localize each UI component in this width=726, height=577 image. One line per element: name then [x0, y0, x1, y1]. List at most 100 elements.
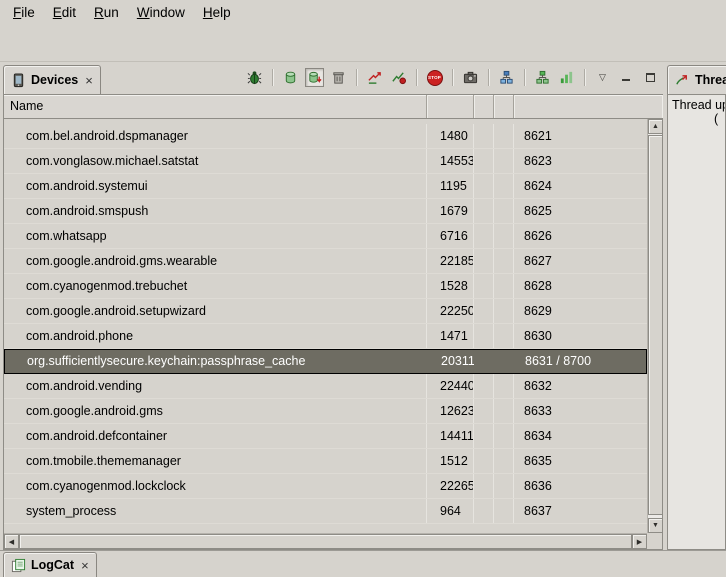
table-row[interactable]: com.google.android.gms.wearable 22185 86…: [4, 249, 647, 274]
cell-process-name: com.android.vending: [4, 374, 427, 398]
systrace-icon[interactable]: [557, 68, 576, 87]
scroll-down-icon[interactable]: ▼: [648, 518, 663, 533]
cell-spare2: [494, 449, 514, 473]
cell-process-name: com.android.systemui: [4, 174, 427, 198]
vertical-scrollbar-thumb[interactable]: [648, 135, 663, 515]
table-header: Name: [4, 95, 662, 119]
vertical-scrollbar[interactable]: ▲ ▼: [647, 119, 662, 533]
table-row[interactable]: com.bel.android.dspmanager 1480 8621: [4, 124, 647, 149]
cell-port: 8631 / 8700: [515, 350, 646, 373]
table-row[interactable]: com.android.systemui 1195 8624: [4, 174, 647, 199]
tab-logcat[interactable]: LogCat ×: [3, 552, 97, 577]
cell-spare2: [494, 399, 514, 423]
logcat-icon: [11, 558, 26, 573]
table-row[interactable]: com.android.defcontainer 14411 8634: [4, 424, 647, 449]
cell-pid: 964: [427, 499, 474, 523]
column-header-name[interactable]: Name: [4, 95, 427, 118]
menu-file[interactable]: File: [4, 0, 44, 26]
cell-spare1: [474, 124, 494, 148]
cell-spare1: [474, 274, 494, 298]
cause-gc-icon[interactable]: [329, 68, 348, 87]
tab-threads[interactable]: Threads: [667, 65, 726, 94]
cell-pid: 1471: [427, 324, 474, 348]
column-header-spare2[interactable]: [494, 95, 514, 118]
horizontal-scrollbar[interactable]: ◀ ▶: [4, 533, 647, 549]
view-hierarchy-icon[interactable]: [497, 68, 516, 87]
menu-run[interactable]: Run: [85, 0, 128, 26]
scroll-right-icon[interactable]: ▶: [632, 534, 647, 549]
column-header-port[interactable]: [514, 95, 662, 118]
table-row[interactable]: system_process 964 8637: [4, 499, 647, 524]
column-header-spare1[interactable]: [474, 95, 494, 118]
table-row[interactable]: com.vonglasow.michael.satstat 14553 8623: [4, 149, 647, 174]
table-row[interactable]: com.whatsapp 6716 8626: [4, 224, 647, 249]
table-row[interactable]: com.android.phone 1471 8630: [4, 324, 647, 349]
debug-process-icon[interactable]: [245, 68, 264, 87]
toolbar-separator: [272, 69, 273, 86]
cell-pid: 12623: [427, 399, 474, 423]
table-row[interactable]: com.cyanogenmod.trebuchet 1528 8628: [4, 274, 647, 299]
dump-hprof-icon[interactable]: [305, 68, 324, 87]
stop-process-icon[interactable]: STOP: [425, 68, 444, 87]
cell-spare2: [494, 124, 514, 148]
cell-port: 8627: [514, 249, 647, 273]
hierarchy-view-icon[interactable]: [533, 68, 552, 87]
cell-pid: 22440: [427, 374, 474, 398]
cell-port: 8629: [514, 299, 647, 323]
table-row[interactable]: com.android.vending 22440 8632: [4, 374, 647, 399]
tab-logcat-label: LogCat: [31, 558, 74, 572]
cell-process-name: org.sufficientlysecure.keychain:passphra…: [5, 350, 428, 373]
table-row[interactable]: com.android.smspush 1679 8625: [4, 199, 647, 224]
cell-spare2: [494, 299, 514, 323]
cell-process-name: com.android.phone: [4, 324, 427, 348]
menu-edit[interactable]: Edit: [44, 0, 85, 26]
cell-spare2: [494, 199, 514, 223]
threads-icon: [675, 73, 690, 88]
cell-pid: 20311: [428, 350, 475, 373]
toolbar-separator: [584, 69, 585, 86]
horizontal-scrollbar-thumb[interactable]: [19, 534, 632, 549]
close-icon[interactable]: ×: [81, 559, 89, 572]
cell-spare1: [474, 424, 494, 448]
cell-spare2: [494, 374, 514, 398]
update-heap-icon[interactable]: [281, 68, 300, 87]
table-row[interactable]: org.sufficientlysecure.keychain:passphra…: [4, 349, 647, 374]
table-row[interactable]: com.google.android.setupwizard 22250 862…: [4, 299, 647, 324]
toolbar-separator: [452, 69, 453, 86]
view-menu-icon[interactable]: ▽: [593, 68, 612, 87]
menu-window[interactable]: Window: [128, 0, 194, 26]
tab-devices[interactable]: Devices ×: [3, 65, 101, 94]
cell-spare1: [474, 224, 494, 248]
cell-process-name: com.whatsapp: [4, 224, 427, 248]
cell-port: 8635: [514, 449, 647, 473]
close-icon[interactable]: ×: [85, 74, 93, 87]
cell-pid: 6716: [427, 224, 474, 248]
toolbar-separator: [356, 69, 357, 86]
scroll-left-icon[interactable]: ◀: [4, 534, 19, 549]
toolbar-separator: [524, 69, 525, 86]
maximize-icon[interactable]: [641, 68, 660, 87]
table-row[interactable]: com.tmobile.thememanager 1512 8635: [4, 449, 647, 474]
main-toolbar: [0, 26, 726, 62]
cell-spare2: [494, 424, 514, 448]
method-profiling-icon[interactable]: [389, 68, 408, 87]
column-header-pid[interactable]: [427, 95, 474, 118]
cell-spare2: [494, 149, 514, 173]
minimize-icon[interactable]: [617, 68, 636, 87]
cell-pid: 1512: [427, 449, 474, 473]
table-row[interactable]: com.cyanogenmod.lockclock 22265 8636: [4, 474, 647, 499]
table-row[interactable]: com.google.android.gms 12623 8633: [4, 399, 647, 424]
menu-help[interactable]: Help: [194, 0, 240, 26]
cell-spare2: [494, 324, 514, 348]
update-threads-icon[interactable]: [365, 68, 384, 87]
cell-spare1: [474, 449, 494, 473]
scrollbar-corner: [647, 533, 662, 549]
scroll-up-icon[interactable]: ▲: [648, 119, 663, 134]
cell-port: 8625: [514, 199, 647, 223]
cell-port: 8621: [514, 124, 647, 148]
threads-panel: Threads Thread up (: [667, 62, 726, 550]
screen-capture-icon[interactable]: [461, 68, 480, 87]
cell-spare2: [494, 249, 514, 273]
cell-process-name: com.vonglasow.michael.satstat: [4, 149, 427, 173]
cell-spare1: [474, 299, 494, 323]
